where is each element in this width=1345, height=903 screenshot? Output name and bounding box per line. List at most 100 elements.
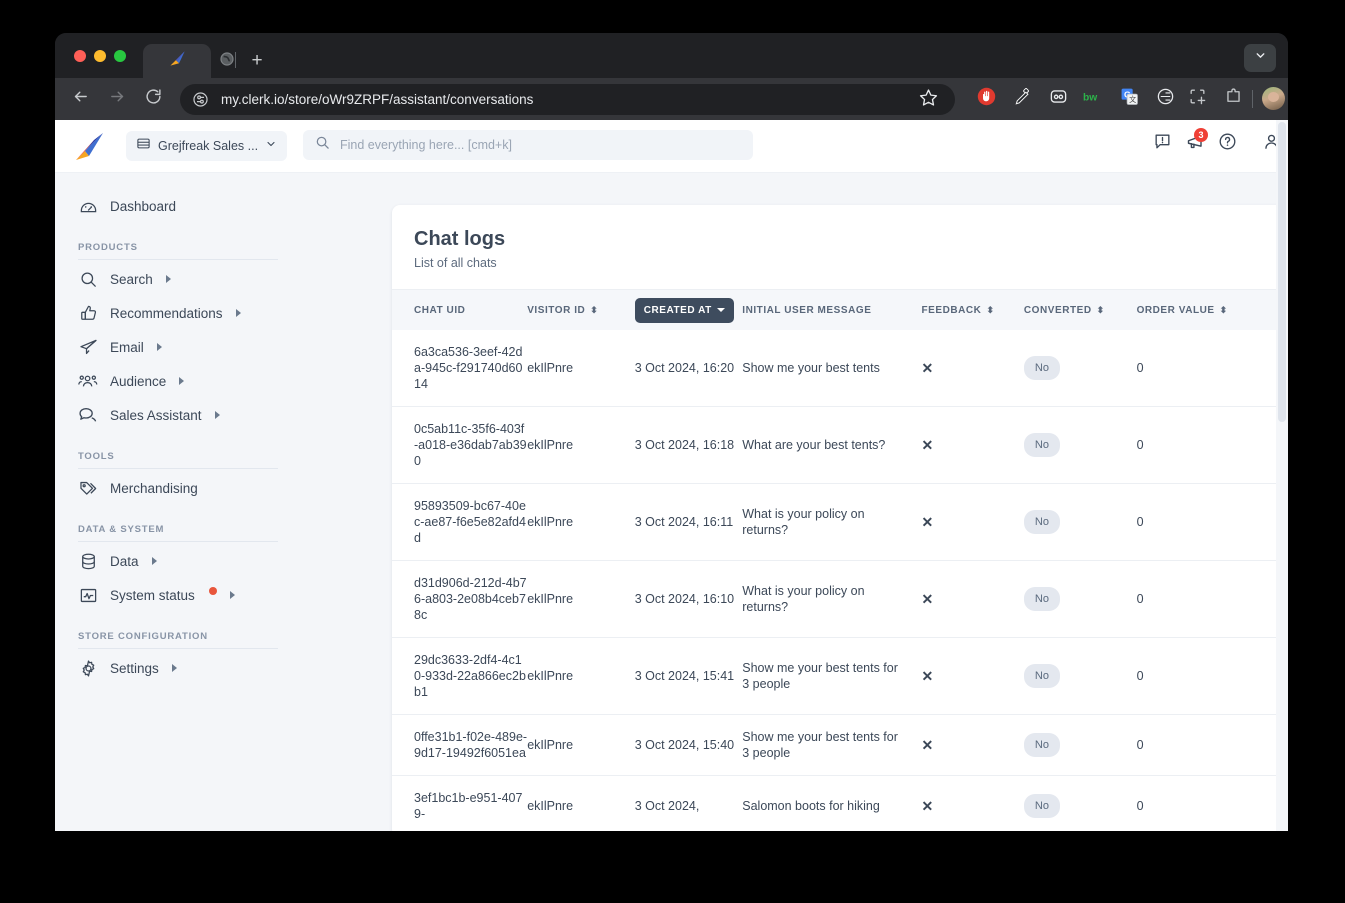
cell-order-value: 0	[1136, 560, 1260, 638]
column-label: ORDER VALUE	[1136, 304, 1215, 316]
tab-list-button[interactable]	[1244, 44, 1276, 72]
cell-order-value: 0	[1136, 483, 1260, 561]
sidebar-item-email[interactable]: Email	[55, 330, 336, 364]
google-translate-extension-button[interactable]: G文	[1118, 88, 1140, 110]
screenshot-icon	[1049, 87, 1068, 111]
table-head: CHAT UID VISITOR ID ⬍ CREATED AT INITIAL…	[392, 290, 1288, 330]
reload-button[interactable]	[141, 87, 165, 111]
forward-button[interactable]	[105, 87, 129, 111]
cell-created-at: 3 Oct 2024,	[634, 775, 743, 831]
back-button[interactable]	[68, 87, 92, 111]
status-badge: No	[1023, 510, 1060, 534]
new-tab-button[interactable]: +	[244, 50, 270, 72]
cell-created-at: 3 Oct 2024, 16:18	[634, 406, 743, 484]
search-icon	[315, 135, 330, 155]
cell-chat-uid: 29dc3633-2df4-4c10-933d-22a866ec2bb1	[392, 637, 528, 715]
clerk-rocket-logo[interactable]	[74, 132, 106, 162]
adblock-extension-button[interactable]	[975, 87, 997, 111]
table-row[interactable]: 3ef1bc1b-e951-4079- ekIlPnre 3 Oct 2024, Sa…	[392, 775, 1288, 831]
browser-toolbar: my.clerk.io/store/oWr9ZRPF/assistant/con…	[55, 78, 1288, 120]
feedback-button[interactable]	[1151, 133, 1173, 155]
column-label: CREATED AT	[643, 304, 712, 316]
store-switcher[interactable]: Grejfreak Sales ...	[126, 131, 288, 161]
sidebar-item-merchandising[interactable]: Merchandising	[55, 471, 336, 505]
site-settings-icon[interactable]	[192, 91, 209, 108]
column-header-converted[interactable]: CONVERTED ⬍	[1024, 290, 1137, 330]
status-badge: No	[1023, 664, 1060, 688]
capture-icon	[1188, 87, 1207, 111]
chat-logs-card: Chat logs List of all chats CHAT UID VIS…	[392, 205, 1288, 831]
bookmark-button[interactable]	[919, 88, 940, 109]
column-header-visitor-id[interactable]: VISITOR ID ⬍	[527, 290, 635, 330]
extensions-puzzle-icon	[1224, 87, 1243, 111]
cell-initial-user-message: Show me your best tents for 3 people	[742, 637, 922, 715]
cell-feedback: ✕	[921, 483, 1024, 561]
address-bar[interactable]: my.clerk.io/store/oWr9ZRPF/assistant/con…	[180, 84, 955, 115]
column-header-initial-user-message: INITIAL USER MESSAGE	[742, 290, 921, 330]
table-header-row: CHAT UID VISITOR ID ⬍ CREATED AT INITIAL…	[392, 290, 1288, 330]
store-icon	[136, 136, 151, 156]
cell-chat-uid: d31d906d-212d-4b76-a803-2e08b4ceb78c	[392, 560, 528, 638]
chevron-down-icon	[1254, 49, 1267, 67]
sort-pill-created-at[interactable]: CREATED AT	[634, 297, 734, 323]
adblock-icon	[977, 87, 996, 111]
table-row[interactable]: d31d906d-212d-4b76-a803-2e08b4ceb78c ekIl…	[392, 560, 1288, 638]
sidebar-item-system-status[interactable]: System status	[55, 578, 336, 612]
page-scrollbar[interactable]	[1276, 120, 1288, 831]
minimize-window-button[interactable]	[94, 50, 106, 62]
pulse-icon	[78, 585, 98, 605]
avatar[interactable]	[1262, 87, 1285, 110]
cell-visitor-id: ekIlPnre	[527, 637, 635, 715]
cell-visitor-id: ekIlPnre	[527, 406, 635, 484]
cell-chat-uid: 0c5ab11c-35f6-403f-a018-e36dab7ab390	[392, 406, 528, 484]
status-badge: No	[1023, 433, 1060, 457]
column-header-feedback[interactable]: FEEDBACK ⬍	[921, 290, 1023, 330]
cell-order-value: 0	[1136, 637, 1260, 715]
table-row[interactable]: 29dc3633-2df4-4c10-933d-22a866ec2bb1 ekIl…	[392, 637, 1288, 715]
sidebar-item-data[interactable]: Data	[55, 544, 336, 578]
dark-reader-extension-button[interactable]	[1154, 88, 1176, 110]
sidebar-section-tools: TOOLS	[78, 451, 278, 469]
cell-created-at: 3 Oct 2024, 15:41	[634, 637, 743, 715]
toolbar-separator	[1252, 90, 1253, 108]
sidebar-item-recommendations[interactable]: Recommendations	[55, 296, 336, 330]
close-window-button[interactable]	[74, 50, 86, 62]
colorpicker-extension-button[interactable]	[1011, 88, 1033, 110]
gear-icon	[78, 658, 98, 678]
chevron-right-icon	[171, 664, 177, 672]
sidebar-item-audience[interactable]: Audience	[55, 364, 336, 398]
sort-arrows-icon: ⬍	[986, 304, 995, 315]
table-row[interactable]: 6a3ca536-3eef-42da-945c-f291740d6014 ekIl…	[392, 330, 1288, 407]
search-input[interactable]: Find everything here... [cmd+k]	[303, 130, 753, 160]
sidebar-item-sales-assistant[interactable]: Sales Assistant	[55, 398, 336, 432]
column-header-created-at[interactable]: CREATED AT	[634, 290, 743, 330]
table-row[interactable]: 0c5ab11c-35f6-403f-a018-e36dab7ab390 ekIl…	[392, 406, 1288, 484]
announcements-badge: 3	[1194, 128, 1208, 142]
sort-arrows-icon: ⬍	[590, 304, 599, 315]
status-alert-dot	[208, 586, 217, 595]
cell-initial-user-message: What is your policy on returns?	[742, 560, 922, 638]
extensions-menu-button[interactable]	[1222, 88, 1244, 110]
capture-extension-button[interactable]	[1186, 88, 1208, 110]
colorpicker-icon	[1013, 87, 1032, 111]
sidebar-item-search[interactable]: Search	[55, 262, 336, 296]
table-row[interactable]: 95893509-bc67-40ec-ae87-f6e5e82afd4d ekIl…	[392, 483, 1288, 561]
svg-text:bw: bw	[1083, 92, 1097, 103]
cell-feedback: ✕	[921, 775, 1024, 831]
cell-converted: No	[1023, 714, 1137, 776]
screenshot-extension-button[interactable]	[1047, 88, 1069, 110]
help-button[interactable]	[1216, 133, 1238, 155]
rocket-logo-icon	[168, 49, 187, 73]
card-header: Chat logs List of all chats	[392, 205, 1288, 290]
sidebar-item-dashboard[interactable]: Dashboard	[55, 189, 336, 223]
bitwarden-extension-button[interactable]: bw	[1083, 88, 1105, 110]
sidebar-item-settings[interactable]: Settings	[55, 651, 336, 685]
column-header-order-value[interactable]: ORDER VALUE ⬍	[1137, 290, 1260, 330]
cross-icon: ✕	[921, 667, 934, 684]
cell-initial-user-message: Salomon boots for hiking	[742, 775, 922, 831]
globe-icon	[219, 51, 235, 72]
cell-initial-user-message: What is your policy on returns?	[742, 483, 922, 561]
scrollbar-thumb[interactable]	[1278, 122, 1286, 422]
table-row[interactable]: 0ffe31b1-f02e-489e-9d17-19492f6051ea ekIl…	[392, 714, 1288, 776]
maximize-window-button[interactable]	[114, 50, 126, 62]
